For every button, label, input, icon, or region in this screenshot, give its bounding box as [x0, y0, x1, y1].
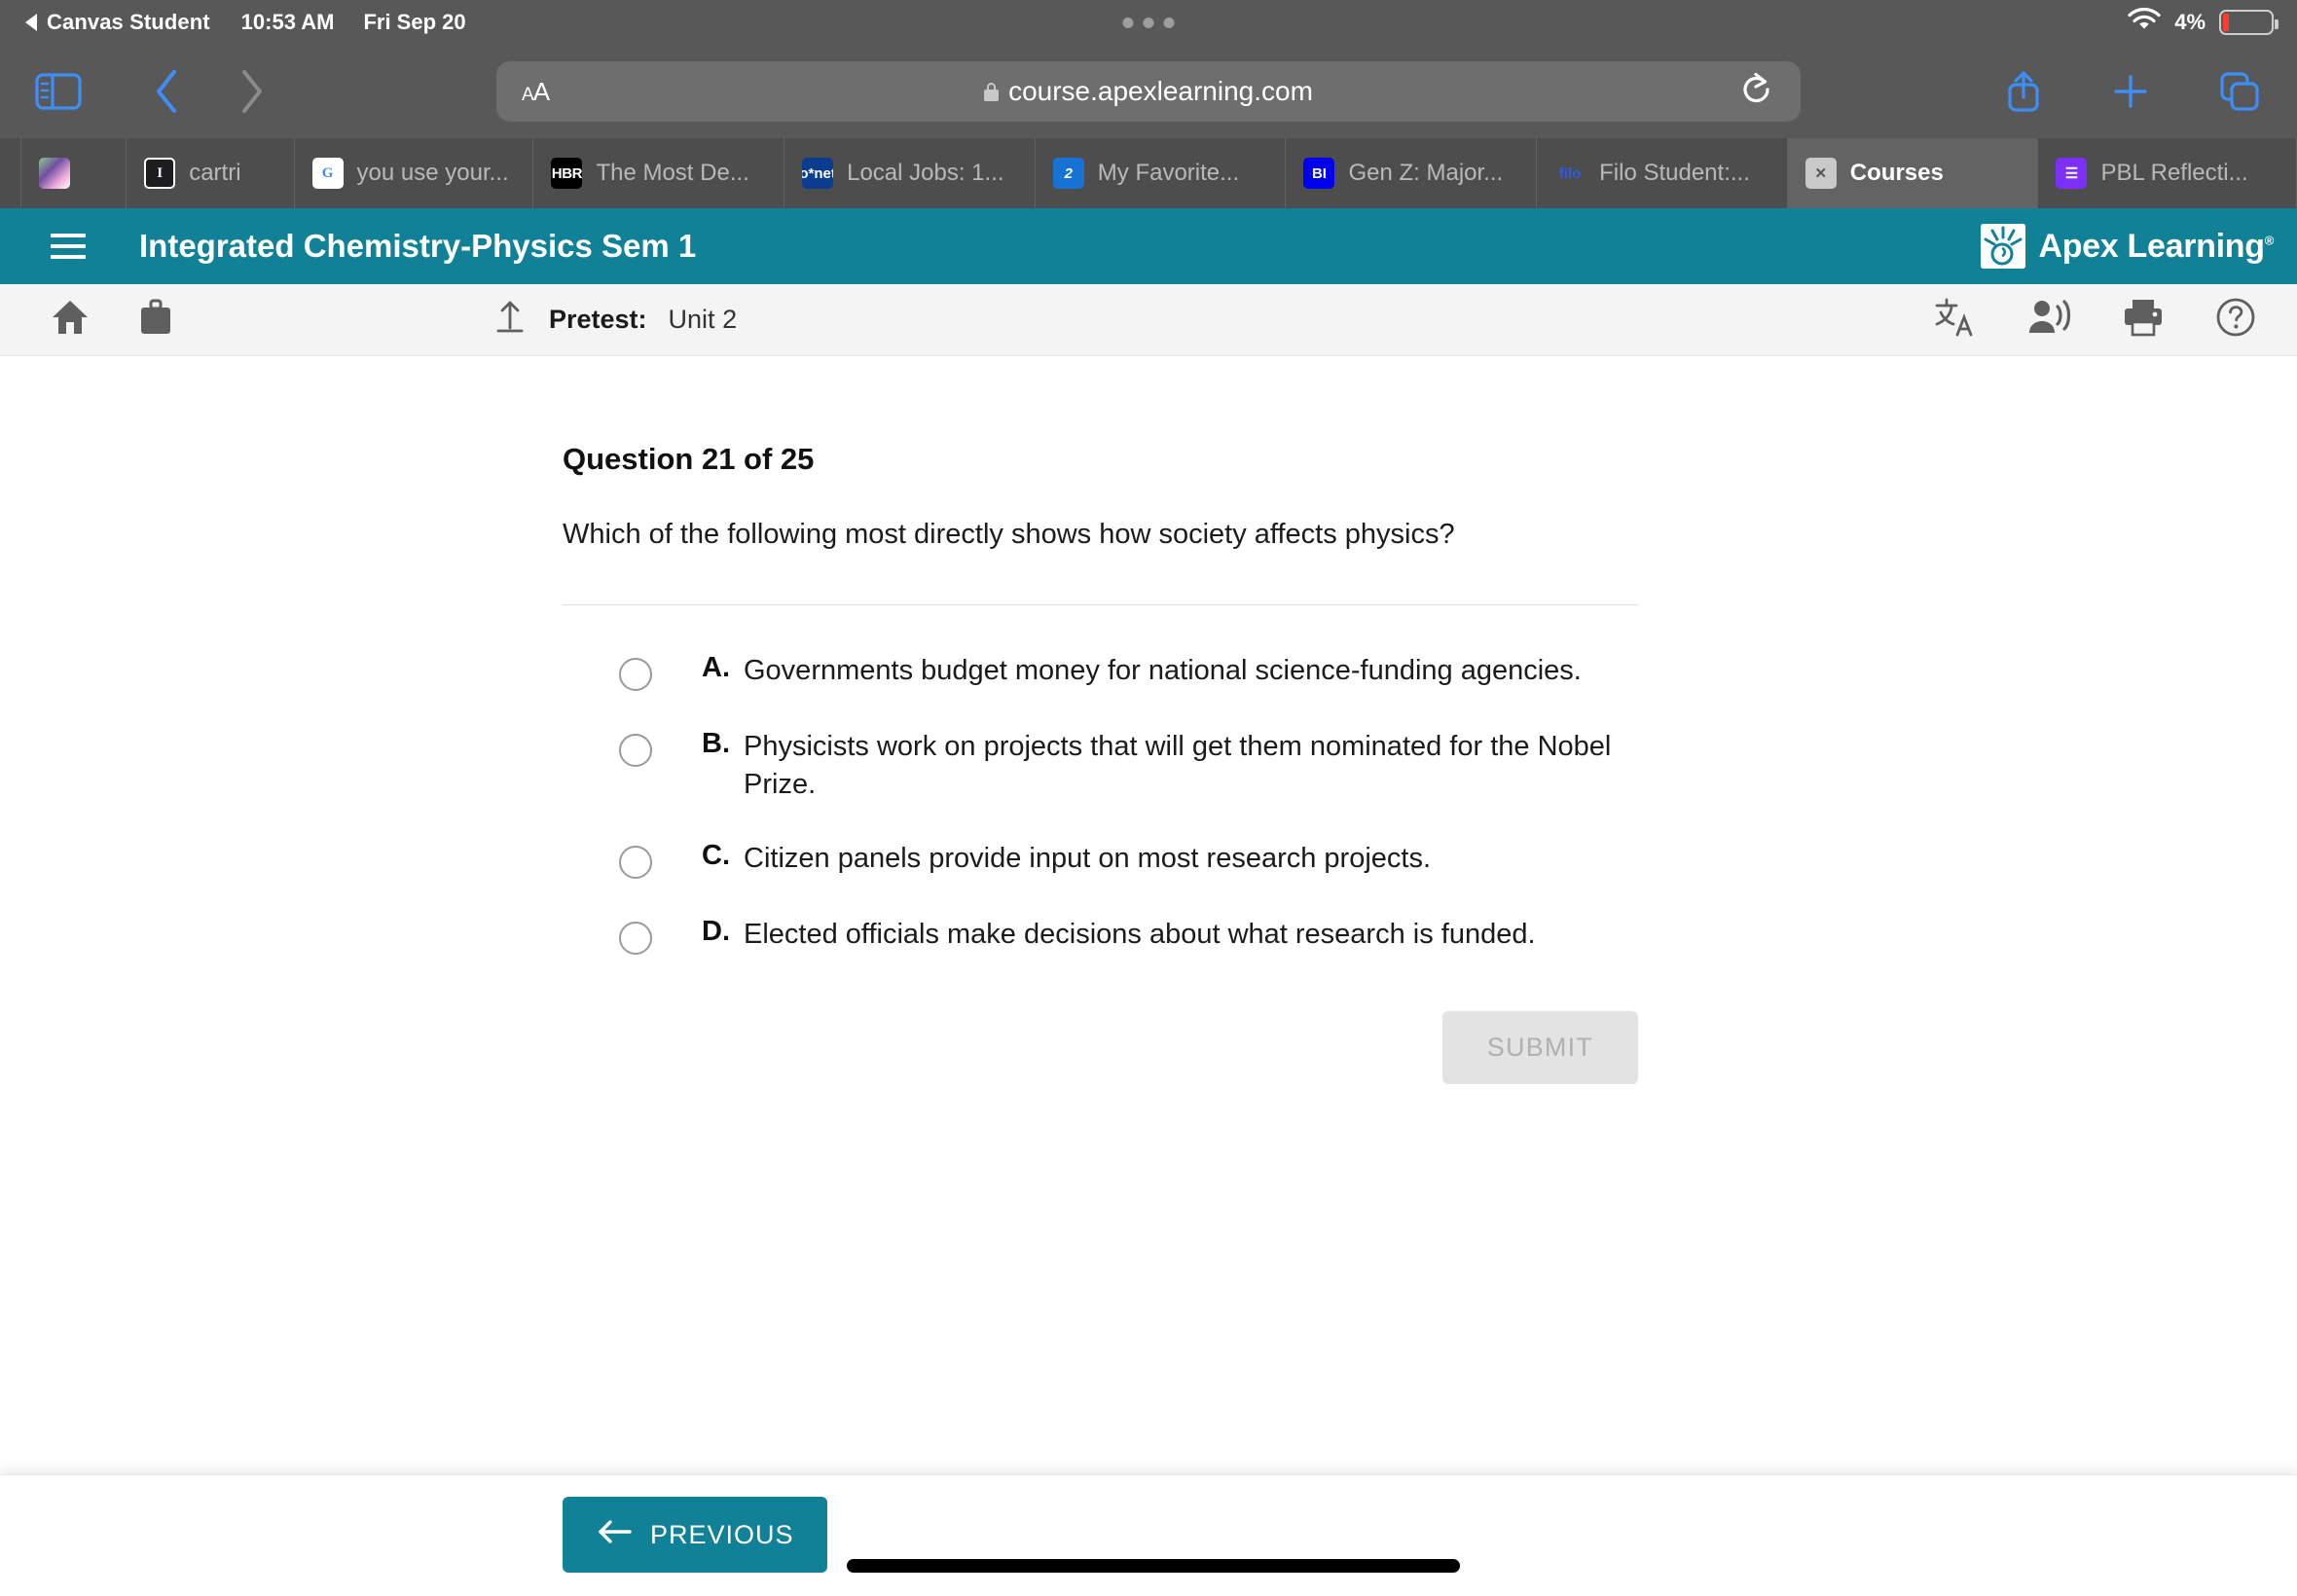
- tab-label: Local Jobs: 1...: [847, 160, 1004, 186]
- option-text: Citizen panels provide input on most res…: [744, 843, 1432, 875]
- question-heading: Question 21 of 25: [563, 442, 815, 476]
- translate-icon[interactable]: [1933, 297, 1976, 343]
- pretest-unit: Unit 2: [668, 305, 738, 334]
- upload-arrow-icon[interactable]: [492, 298, 528, 342]
- multitask-handle[interactable]: [1122, 17, 1175, 28]
- forward-button: [237, 68, 267, 115]
- home-icon[interactable]: [51, 299, 90, 341]
- tab-label: Courses: [1849, 160, 1944, 186]
- option-letter: D.: [702, 916, 730, 948]
- safari-toolbar: AAAA course.apexlearning.com: [0, 45, 2297, 138]
- apex-learning-logo: Apex Learning®: [1981, 224, 2274, 269]
- browser-tab[interactable]: 2 My Favorite...: [1036, 138, 1287, 208]
- blue-z-favicon: 2: [1052, 158, 1084, 189]
- answer-options: A. Governments budget money for national…: [619, 652, 1638, 956]
- browser-tab[interactable]: o*net Local Jobs: 1...: [784, 138, 1036, 208]
- tab-label: PBL Reflecti...: [2100, 160, 2248, 186]
- submit-button[interactable]: SUBMIT: [1441, 1011, 1638, 1085]
- option-text: Elected officials make decisions about w…: [744, 919, 1536, 951]
- tab-label: cartri: [189, 160, 241, 186]
- radio-button[interactable]: [619, 658, 652, 692]
- print-icon[interactable]: [2122, 298, 2165, 342]
- option-letter: A.: [702, 652, 730, 684]
- ipad-safari-screen: Canvas Student 10:53 AM Fri Sep 20 4% AA…: [0, 0, 2297, 1596]
- answer-option[interactable]: B. Physicists work on projects that will…: [619, 728, 1638, 803]
- pretest-breadcrumb: Pretest: Unit 2: [492, 298, 737, 342]
- back-button[interactable]: [152, 68, 181, 115]
- apex-learning-wordmark: Apex Learning®: [2038, 227, 2274, 265]
- question-content: Question 21 of 25 Which of the following…: [0, 356, 2297, 1479]
- course-header: Integrated Chemistry-Physics Sem 1 Apex …: [0, 208, 2297, 284]
- tab-strip: I cartri G you use your... HBR The Most …: [0, 138, 2297, 208]
- tab-label: Gen Z: Major...: [1348, 160, 1504, 186]
- purple-list-favicon: ☰: [2056, 158, 2088, 189]
- browser-tab[interactable]: G you use your...: [295, 138, 534, 208]
- radio-button[interactable]: [619, 734, 652, 768]
- briefcase-icon[interactable]: [138, 299, 173, 341]
- browser-tab-active[interactable]: ✕ Courses: [1787, 138, 2039, 208]
- browser-tab[interactable]: I cartri: [127, 138, 295, 208]
- previous-button-label: PREVIOUS: [650, 1519, 794, 1549]
- radio-button[interactable]: [619, 846, 652, 880]
- back-to-app-icon[interactable]: [25, 14, 37, 31]
- ios-status-bar: Canvas Student 10:53 AM Fri Sep 20 4%: [0, 0, 2297, 45]
- reload-icon[interactable]: [1740, 71, 1773, 113]
- multitask-dot: [1143, 17, 1154, 28]
- status-date: Fri Sep 20: [363, 10, 466, 34]
- answer-option[interactable]: C. Citizen panels provide input on most …: [619, 840, 1638, 880]
- question-prompt: Which of the following most directly sho…: [563, 519, 1455, 550]
- help-icon[interactable]: [2215, 297, 2256, 343]
- multitask-dot: [1163, 17, 1175, 28]
- tab-overview-icon[interactable]: [2217, 69, 2262, 114]
- business-insider-favicon: BI: [1303, 158, 1335, 189]
- page-title: Integrated Chemistry-Physics Sem 1: [139, 228, 697, 264]
- tab-label: The Most De...: [596, 160, 749, 186]
- arrow-left-icon: [596, 1518, 633, 1552]
- home-indicator[interactable]: [847, 1559, 1460, 1573]
- onet-favicon: o*net: [802, 158, 834, 189]
- course-toolbar: Pretest: Unit 2: [0, 284, 2297, 356]
- previous-button[interactable]: PREVIOUS: [563, 1497, 827, 1573]
- battery-percent: 4%: [2174, 10, 2206, 34]
- status-time: 10:53 AM: [240, 10, 335, 34]
- tab-strip-edge: [0, 138, 21, 208]
- browser-tab[interactable]: [21, 138, 128, 208]
- wifi-icon: [2128, 7, 2161, 38]
- multitask-dot: [1122, 17, 1134, 28]
- lock-icon: [984, 82, 1000, 101]
- sidebar-icon[interactable]: [35, 73, 82, 110]
- image-thumbnail-favicon: [38, 158, 70, 189]
- back-to-app-label[interactable]: Canvas Student: [47, 10, 210, 35]
- read-aloud-icon[interactable]: [2026, 298, 2071, 342]
- option-text: Physicists work on projects that will ge…: [744, 731, 1612, 800]
- broken-image-favicon: ✕: [1805, 158, 1837, 189]
- share-icon[interactable]: [2003, 68, 2044, 115]
- browser-tab[interactable]: HBR The Most De...: [533, 138, 785, 208]
- pretest-label: Pretest:: [549, 305, 647, 334]
- divider: [563, 604, 1638, 606]
- navigation-footer: PREVIOUS: [0, 1474, 2297, 1596]
- answer-option[interactable]: A. Governments budget money for national…: [619, 652, 1638, 692]
- answer-option[interactable]: D. Elected officials make decisions abou…: [619, 916, 1638, 956]
- browser-tab[interactable]: BI Gen Z: Major...: [1286, 138, 1538, 208]
- instructure-favicon: I: [144, 158, 176, 189]
- tab-label: My Favorite...: [1097, 160, 1240, 186]
- battery-icon: [2219, 10, 2279, 35]
- apex-brandmark-icon: [1981, 224, 2026, 269]
- new-tab-icon[interactable]: [2110, 71, 2151, 112]
- option-letter: B.: [702, 728, 730, 760]
- hbr-favicon: HBR: [551, 158, 583, 189]
- hamburger-menu-icon[interactable]: [51, 234, 86, 259]
- google-favicon: G: [311, 158, 344, 189]
- tab-label: Filo Student:...: [1599, 160, 1750, 186]
- url-text[interactable]: course.apexlearning.com: [1008, 76, 1313, 107]
- option-letter: C.: [702, 840, 730, 872]
- browser-tab[interactable]: ☰ PBL Reflecti...: [2038, 138, 2297, 208]
- tab-label: you use your...: [356, 160, 509, 186]
- filo-favicon: filo: [1558, 164, 1582, 182]
- radio-button[interactable]: [619, 922, 652, 956]
- address-bar[interactable]: AAAA course.apexlearning.com: [496, 61, 1801, 122]
- browser-tab[interactable]: filo Filo Student:...: [1537, 138, 1788, 208]
- option-text: Governments budget money for national sc…: [744, 655, 1582, 687]
